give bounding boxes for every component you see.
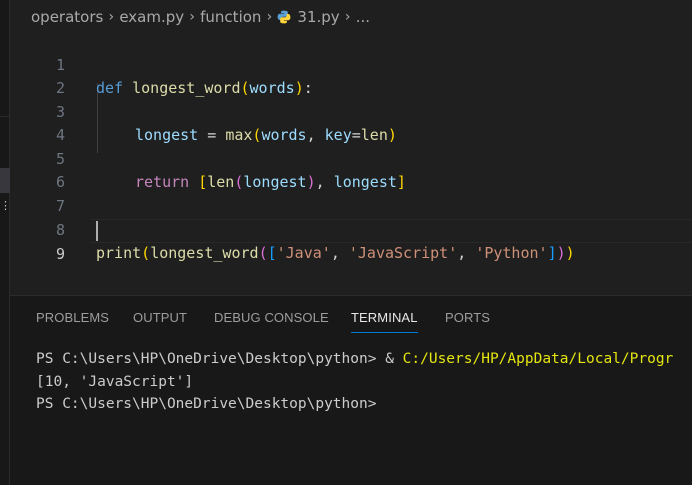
activity-strip: ⋮ <box>0 0 11 485</box>
line-number: 9 <box>55 244 65 263</box>
code-line-7[interactable]: 7 <box>10 171 692 215</box>
strip-selected-item[interactable] <box>0 168 10 193</box>
terminal-line-2: [10, 'JavaScript'] <box>36 373 194 390</box>
chevron-right-icon: › <box>108 9 115 25</box>
code-line-5[interactable]: 5 return [len(longest), longest] <box>10 124 692 192</box>
tab-problems[interactable]: PROBLEMS <box>36 310 109 325</box>
code-line-6[interactable]: 6 <box>10 148 692 191</box>
text-cursor <box>96 221 98 241</box>
code-line-1[interactable]: 1 def longest_word(words): <box>10 30 692 98</box>
tab-output[interactable]: OUTPUT <box>133 310 187 325</box>
breadcrumb-exam-py[interactable]: exam.py <box>119 8 184 26</box>
breadcrumb: operators › exam.py › function › 31.py ›… <box>10 0 692 34</box>
code-line-9[interactable]: 9 <box>10 219 692 263</box>
breadcrumb-31-py[interactable]: 31.py <box>297 8 339 26</box>
terminal-output[interactable]: PS C:\Users\HP\OneDrive\Desktop\python> … <box>36 348 692 416</box>
code-line-3[interactable]: 3 longest = max(words, key=len) <box>10 77 692 145</box>
breadcrumb-more[interactable]: ... <box>356 8 370 26</box>
python-file-icon <box>277 10 291 24</box>
code-editor[interactable]: 1 def longest_word(words): 2 3 longest =… <box>10 30 692 290</box>
chevron-right-icon: › <box>344 9 351 25</box>
code-line-2[interactable]: 2 <box>10 54 692 97</box>
chevron-right-icon: › <box>266 9 273 25</box>
panel-tabs: PROBLEMS OUTPUT DEBUG CONSOLE TERMINAL P… <box>10 296 692 340</box>
chevron-right-icon: › <box>189 9 195 25</box>
code-line-8[interactable]: 8 print(longest_word(['Java', 'JavaScrip… <box>10 195 692 263</box>
strip-divider <box>0 116 10 117</box>
tab-ports[interactable]: PORTS <box>445 310 490 325</box>
code-line-4[interactable]: 4 <box>10 101 692 144</box>
tab-terminal[interactable]: TERMINAL <box>351 310 418 333</box>
tab-debug-console[interactable]: DEBUG CONSOLE <box>214 310 329 325</box>
bottom-panel: PROBLEMS OUTPUT DEBUG CONSOLE TERMINAL P… <box>10 295 692 485</box>
breadcrumb-function[interactable]: function <box>200 8 261 26</box>
terminal-line-3: PS C:\Users\HP\OneDrive\Desktop\python> <box>36 396 377 412</box>
breadcrumb-operators[interactable]: operators <box>31 8 103 26</box>
terminal-line-1: PS C:\Users\HP\OneDrive\Desktop\python> … <box>36 351 674 367</box>
code-text: print(longest_word(['Java', 'JavaScript'… <box>96 244 575 262</box>
